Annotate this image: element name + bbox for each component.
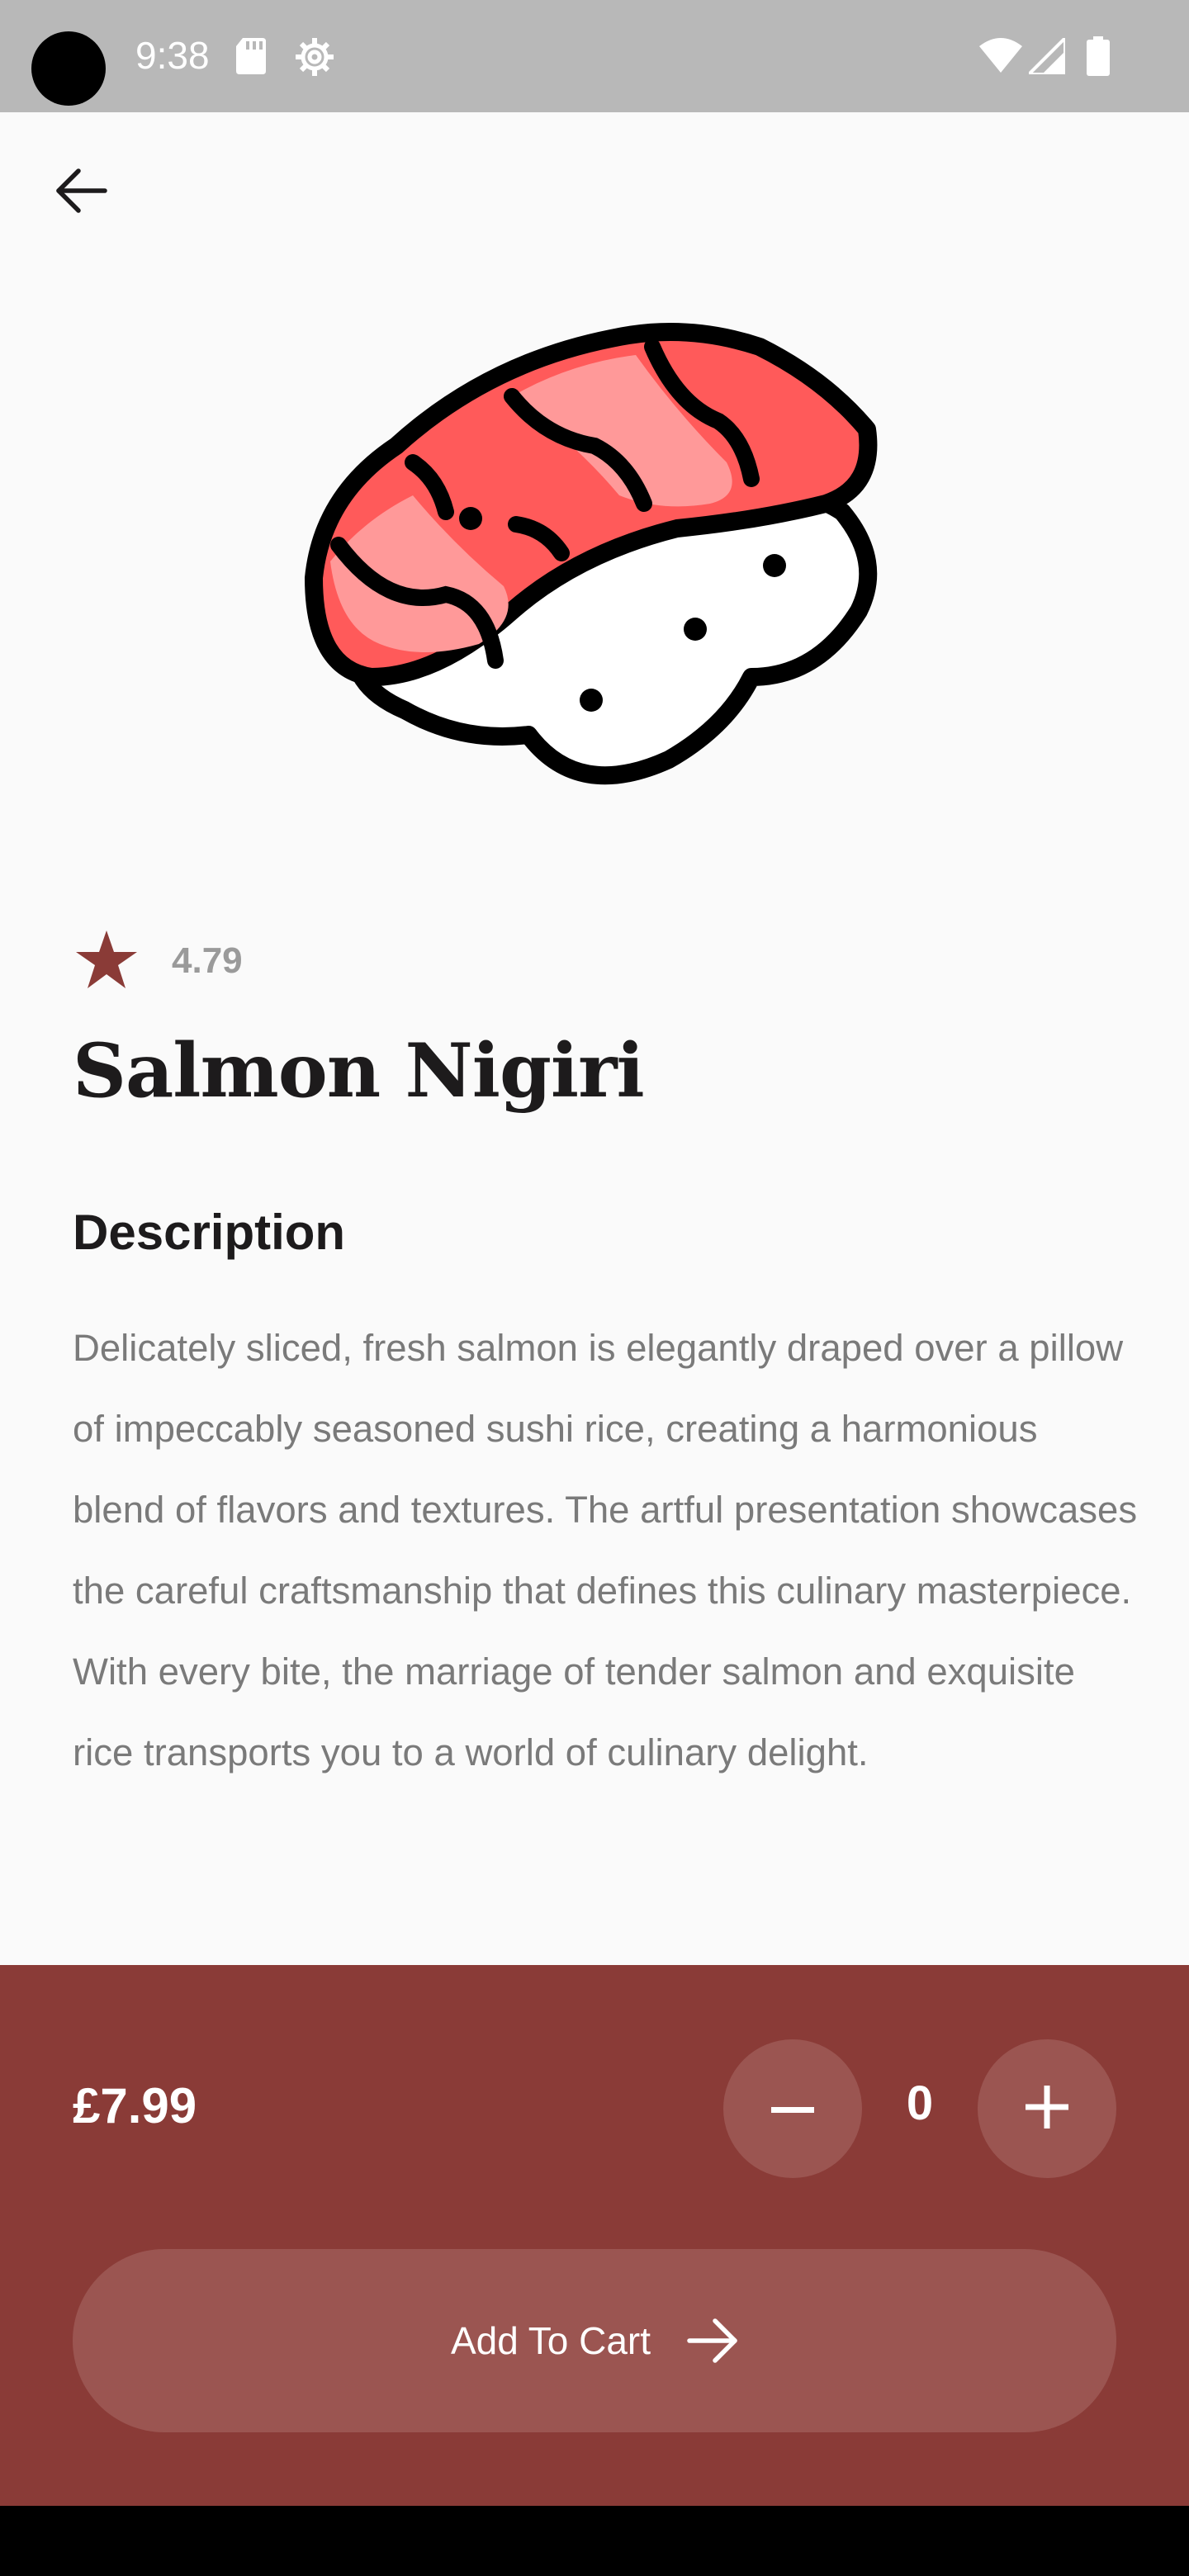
product-image: [297, 314, 892, 809]
back-button[interactable]: [46, 157, 117, 228]
quantity-value: 0: [906, 2076, 934, 2130]
status-bar: 9:38: [0, 0, 1189, 112]
minus-icon: [771, 2101, 814, 2117]
description-heading: Description: [73, 1205, 346, 1260]
salmon-nigiri-icon: [305, 323, 878, 785]
system-nav-bar: [0, 2506, 1189, 2576]
arrow-right-icon: [687, 2318, 738, 2363]
wifi-icon: [979, 38, 1022, 76]
sd-card-icon: [236, 38, 266, 78]
product-title: Salmon Nigiri: [73, 1027, 645, 1115]
battery-icon: [1087, 36, 1110, 79]
camera-cutout: [31, 31, 106, 106]
rating-value: 4.79: [172, 940, 243, 981]
status-time: 9:38: [135, 34, 210, 77]
rating: 4.79: [76, 928, 243, 994]
signal-icon: [1025, 34, 1067, 78]
decrease-quantity-button[interactable]: [723, 2039, 862, 2178]
settings-icon: [294, 36, 335, 81]
plus-icon: [1026, 2086, 1068, 2132]
star-icon: [76, 930, 137, 992]
price: £7.99: [73, 2078, 197, 2133]
increase-quantity-button[interactable]: [978, 2039, 1116, 2178]
description-text: Delicately sliced, fresh salmon is elega…: [73, 1327, 1138, 1773]
add-to-cart-button[interactable]: Add To Cart: [73, 2249, 1116, 2432]
arrow-left-icon: [55, 168, 108, 217]
add-to-cart-label: Add To Cart: [450, 2319, 651, 2362]
